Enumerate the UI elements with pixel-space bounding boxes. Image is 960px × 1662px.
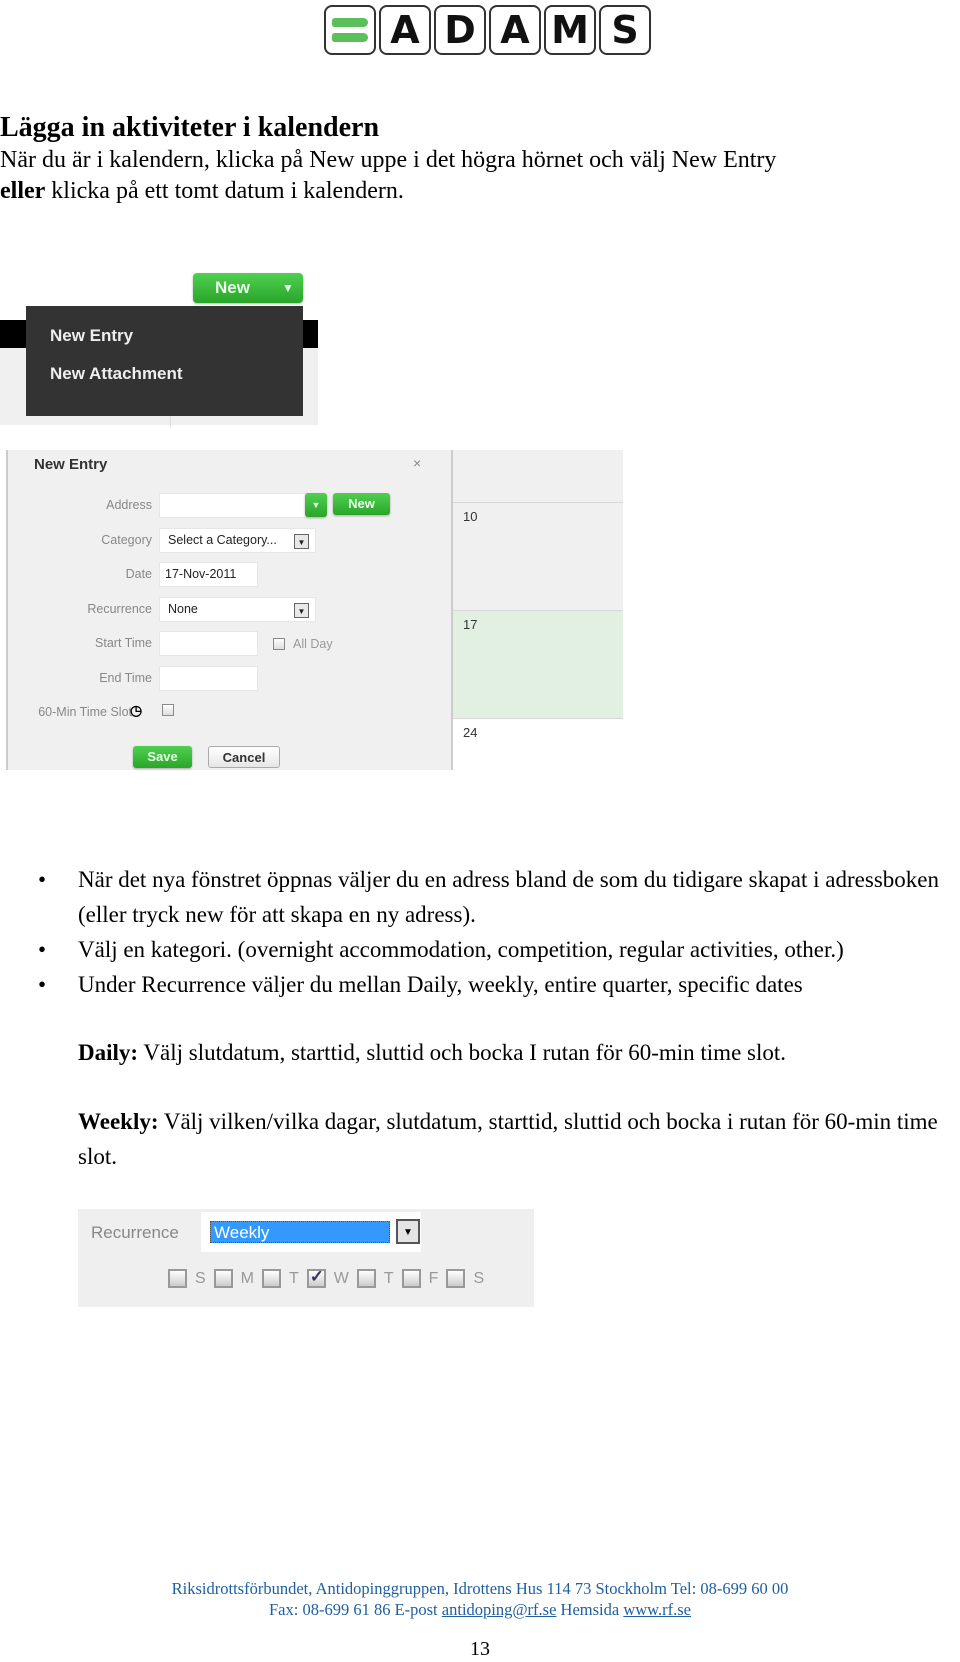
footer-contact: Fax: 08-699 61 86 E-post antidoping@rf.s…: [268, 1600, 691, 1619]
save-button[interactable]: Save: [133, 746, 192, 768]
time-slot-row: 60-Min Time Slot ◷: [8, 700, 448, 726]
logo-letter: D: [434, 5, 486, 55]
calendar-day-selected[interactable]: 17: [453, 610, 623, 719]
date-label: Date: [125, 567, 152, 581]
caret-down-icon: ▼: [281, 281, 294, 295]
day-checkbox[interactable]: [356, 1269, 376, 1288]
end-time-input[interactable]: [159, 666, 258, 691]
cancel-button[interactable]: Cancel: [208, 746, 280, 768]
select-arrow-icon: ▼: [294, 603, 309, 618]
new-entry-screenshot: 10 17 24 New Entry × Address ▼ New Categ…: [0, 450, 623, 771]
page-number: 13: [470, 1638, 490, 1660]
start-time-label: Start Time: [95, 636, 152, 650]
intro-bold: eller: [0, 178, 46, 204]
logo-letter: A: [379, 5, 431, 55]
menu-item-new-entry[interactable]: New Entry: [50, 326, 133, 346]
intro-line-1: När du är i kalendern, klicka på New upp…: [0, 147, 777, 173]
logo-letter: A: [489, 5, 541, 55]
weekly-paragraph: Weekly: Välj vilken/vilka dagar, slutdat…: [78, 1109, 938, 1169]
address-label: Address: [106, 498, 152, 512]
recurrence-row: Recurrence None ▼: [8, 597, 448, 623]
email-link[interactable]: antidoping@rf.se: [442, 1600, 557, 1619]
clock-icon: ◷: [130, 702, 143, 718]
end-time-label: End Time: [99, 671, 152, 685]
start-time-input[interactable]: [159, 631, 258, 656]
weekday-checkboxes: S M T W T F S: [168, 1267, 484, 1288]
calendar-column: 10 17 24: [450, 450, 623, 771]
logo-letter: M: [544, 5, 596, 55]
intro-line-2: eller klicka på ett tomt datum i kalende…: [0, 176, 404, 207]
instruction-list: • När det nya fönstret öppnas väljer du e…: [38, 862, 958, 1002]
day-checkbox[interactable]: [446, 1269, 466, 1288]
end-time-row: End Time: [8, 666, 448, 692]
footer-address: Riksidrottsförbundet, Antidopinggruppen,…: [171, 1579, 789, 1598]
list-item: • Välj en kategori. (overnight accommodat…: [38, 937, 844, 962]
new-dropdown-menu: New Entry New Attachment: [26, 306, 303, 416]
calendar-day[interactable]: 24: [453, 718, 623, 771]
new-button[interactable]: New ▼: [193, 273, 303, 303]
day-checkbox[interactable]: [401, 1269, 421, 1288]
day-checkbox-checked[interactable]: [306, 1267, 326, 1288]
time-slot-label: 60-Min Time Slot: [38, 705, 132, 719]
category-value: Select a Category...: [168, 533, 277, 547]
logo-mark-icon: [324, 5, 376, 55]
recurrence-label: Recurrence: [91, 1223, 179, 1242]
intro-rest: klicka på ett tomt datum i kalendern.: [45, 178, 404, 204]
list-item: • Under Recurrence väljer du mellan Daily…: [38, 972, 803, 997]
recurrence-value: None: [168, 602, 198, 616]
recurrence-select[interactable]: None ▼: [159, 597, 316, 622]
daily-paragraph: Daily: Välj slutdatum, starttid, sluttid…: [78, 1040, 787, 1065]
category-row: Category Select a Category... ▼: [8, 528, 448, 554]
start-time-row: Start Time All Day: [8, 631, 448, 657]
day-checkbox[interactable]: [168, 1269, 187, 1288]
category-label: Category: [101, 533, 152, 547]
new-button-label: New: [215, 278, 250, 297]
recurrence-label: Recurrence: [87, 602, 152, 616]
address-row: Address ▼ New: [8, 493, 448, 519]
recurrence-selected-value: Weekly: [210, 1221, 390, 1243]
recurrence-select[interactable]: Weekly ▼: [201, 1212, 421, 1252]
date-input[interactable]: 17-Nov-2011: [159, 562, 258, 587]
menu-item-new-attachment[interactable]: New Attachment: [50, 364, 183, 384]
website-link[interactable]: www.rf.se: [623, 1600, 691, 1619]
dialog-title: New Entry: [34, 456, 108, 473]
calendar-day[interactable]: 10: [453, 502, 623, 611]
close-icon[interactable]: ×: [413, 455, 421, 471]
logo-letter: S: [599, 5, 651, 55]
all-day-checkbox[interactable]: [273, 638, 285, 650]
new-menu-screenshot: New ▼ New Entry New Attachment: [0, 265, 320, 427]
list-item: • När det nya fönstret öppnas väljer du e…: [38, 867, 939, 927]
new-entry-dialog: New Entry × Address ▼ New Category Selec…: [6, 450, 451, 770]
select-arrow-icon[interactable]: ▼: [396, 1219, 420, 1244]
all-day-label: All Day: [293, 637, 333, 651]
adams-logo: A D A M S: [324, 5, 651, 55]
weekly-recurrence-screenshot: Recurrence Weekly ▼ S M T W T F S: [78, 1209, 534, 1307]
address-dropdown-icon[interactable]: ▼: [305, 493, 327, 517]
select-arrow-icon: ▼: [294, 534, 309, 549]
time-slot-checkbox[interactable]: [162, 704, 174, 716]
day-checkbox[interactable]: [213, 1269, 233, 1288]
day-checkbox[interactable]: [262, 1269, 281, 1288]
address-new-button[interactable]: New: [333, 493, 390, 515]
category-select[interactable]: Select a Category... ▼: [159, 528, 316, 553]
address-input[interactable]: [159, 493, 307, 518]
section-heading: Lägga in aktiviteter i kalendern: [0, 112, 380, 143]
date-row: Date 17-Nov-2011: [8, 562, 448, 588]
